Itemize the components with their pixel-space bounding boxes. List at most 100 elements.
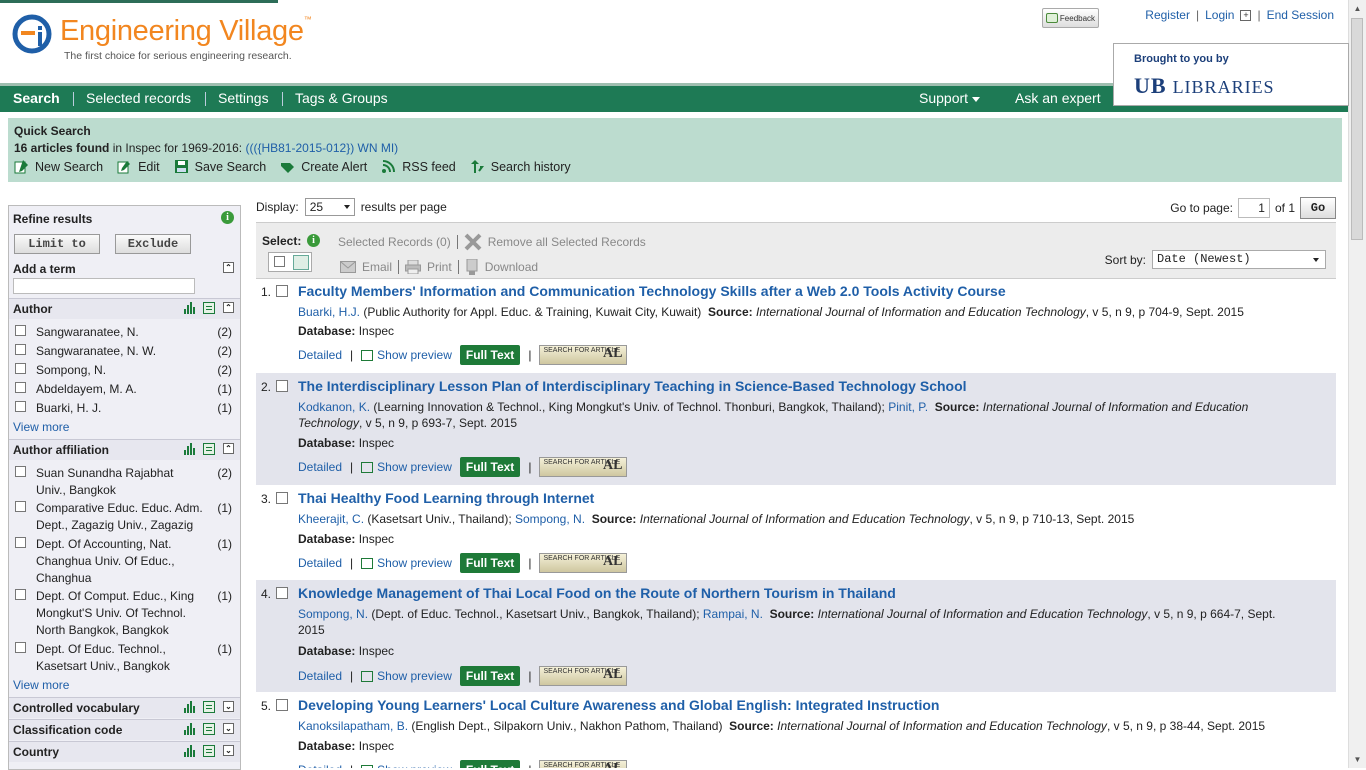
- controlled-vocabulary-facet[interactable]: Controlled vocabulary ⌄: [9, 697, 240, 718]
- search-for-article-button[interactable]: SEARCH FOR ARTICLEAL: [539, 345, 628, 365]
- facet-checkbox[interactable]: [15, 325, 26, 336]
- detailed-link[interactable]: Detailed: [298, 556, 342, 570]
- facet-checkbox[interactable]: [15, 401, 26, 412]
- show-preview-link[interactable]: Show preview: [361, 763, 452, 768]
- expand-icon[interactable]: ⌄: [223, 745, 234, 756]
- full-text-button[interactable]: Full Text: [459, 553, 521, 573]
- scroll-thumb[interactable]: [1351, 18, 1363, 240]
- facet-checkbox[interactable]: [15, 344, 26, 355]
- save-search-button[interactable]: Save Search: [174, 159, 266, 174]
- nav-selected-records[interactable]: Selected records: [86, 90, 191, 106]
- go-button[interactable]: Go: [1300, 197, 1336, 219]
- result-title-link[interactable]: Thai Healthy Food Learning through Inter…: [298, 490, 594, 506]
- facet-checkbox[interactable]: [15, 382, 26, 393]
- rss-feed-button[interactable]: RSS feed: [381, 159, 456, 174]
- author-view-more-link[interactable]: View more: [13, 420, 69, 434]
- collapse-icon[interactable]: ⌃: [223, 443, 234, 454]
- facet-checkbox[interactable]: [15, 537, 26, 548]
- author-link[interactable]: Kodkanon, K.: [298, 400, 370, 414]
- author-link[interactable]: Kanoksilapatham, B.: [298, 719, 408, 733]
- full-text-button[interactable]: Full Text: [459, 666, 521, 686]
- result-checkbox[interactable]: [276, 285, 288, 297]
- result-title-link[interactable]: Developing Young Learners' Local Culture…: [298, 697, 939, 713]
- detailed-link[interactable]: Detailed: [298, 669, 342, 683]
- table-export-icon[interactable]: [203, 723, 215, 735]
- nav-settings[interactable]: Settings: [218, 90, 269, 106]
- author-link[interactable]: Kheerajit, C.: [298, 512, 364, 526]
- bar-chart-icon[interactable]: [183, 302, 195, 314]
- info-icon[interactable]: i: [221, 211, 234, 224]
- email-button[interactable]: Email: [362, 260, 392, 274]
- search-for-article-button[interactable]: SEARCH FOR ARTICLEAL: [539, 760, 628, 768]
- author-link[interactable]: Pinit, P.: [888, 400, 928, 414]
- info-icon[interactable]: i: [307, 234, 320, 247]
- search-history-button[interactable]: Search history: [470, 159, 571, 174]
- full-text-button[interactable]: Full Text: [459, 457, 521, 477]
- detailed-link[interactable]: Detailed: [298, 460, 342, 474]
- facet-checkbox[interactable]: [15, 589, 26, 600]
- show-preview-link[interactable]: Show preview: [361, 460, 452, 474]
- result-checkbox[interactable]: [276, 492, 288, 504]
- author-link[interactable]: Rampai, N.: [703, 607, 763, 621]
- remove-x-icon[interactable]: [464, 233, 482, 251]
- scroll-down-icon[interactable]: ▼: [1349, 751, 1366, 768]
- select-all-control[interactable]: [268, 252, 312, 272]
- author-facet-header[interactable]: Author ⌃: [9, 298, 240, 319]
- logo-title[interactable]: Engineering Village™: [60, 15, 312, 48]
- remove-all-selected-button[interactable]: Remove all Selected Records: [488, 235, 646, 249]
- exclude-button[interactable]: Exclude: [115, 234, 191, 254]
- login-link[interactable]: Login: [1205, 8, 1234, 22]
- nav-search[interactable]: Search: [13, 90, 60, 106]
- expand-icon[interactable]: ⌄: [223, 723, 234, 734]
- edit-search-button[interactable]: Edit: [117, 159, 160, 174]
- facet-checkbox[interactable]: [15, 466, 26, 477]
- expand-icon[interactable]: ⌄: [223, 701, 234, 712]
- author-link[interactable]: Buarki, H.J.: [298, 305, 360, 319]
- table-export-icon[interactable]: [203, 745, 215, 757]
- show-preview-link[interactable]: Show preview: [361, 669, 452, 683]
- result-checkbox[interactable]: [276, 699, 288, 711]
- download-button[interactable]: Download: [485, 260, 538, 274]
- page-number-input[interactable]: 1: [1237, 198, 1270, 218]
- scroll-up-icon[interactable]: ▲: [1349, 0, 1366, 17]
- results-per-page-select[interactable]: 25: [304, 198, 355, 216]
- affiliation-view-more-link[interactable]: View more: [13, 678, 69, 692]
- engineering-village-logo-icon[interactable]: [12, 14, 52, 54]
- result-checkbox[interactable]: [276, 587, 288, 599]
- table-export-icon[interactable]: [203, 302, 215, 314]
- select-dropdown-icon[interactable]: [293, 255, 309, 270]
- bar-chart-icon[interactable]: [183, 723, 195, 735]
- full-text-button[interactable]: Full Text: [459, 760, 521, 768]
- bar-chart-icon[interactable]: [183, 443, 195, 455]
- search-for-article-button[interactable]: SEARCH FOR ARTICLEAL: [539, 553, 628, 573]
- detailed-link[interactable]: Detailed: [298, 763, 342, 768]
- page-scrollbar[interactable]: ▲ ▼: [1348, 0, 1366, 768]
- table-export-icon[interactable]: [203, 443, 215, 455]
- full-text-button[interactable]: Full Text: [459, 345, 521, 365]
- collapse-icon[interactable]: ⌃: [223, 302, 234, 313]
- affiliation-facet-header[interactable]: Author affiliation ⌃: [9, 439, 240, 460]
- nav-tags-groups[interactable]: Tags & Groups: [295, 90, 388, 106]
- facet-checkbox[interactable]: [15, 501, 26, 512]
- register-link[interactable]: Register: [1145, 8, 1190, 22]
- classification-code-facet[interactable]: Classification code ⌄: [9, 719, 240, 740]
- bar-chart-icon[interactable]: [183, 701, 195, 713]
- author-link[interactable]: Sompong, N.: [298, 607, 368, 621]
- create-alert-button[interactable]: Create Alert: [280, 159, 367, 174]
- search-for-article-button[interactable]: SEARCH FOR ARTICLEAL: [539, 457, 628, 477]
- show-preview-link[interactable]: Show preview: [361, 348, 452, 362]
- country-facet[interactable]: Country ⌄: [9, 741, 240, 762]
- collapse-icon[interactable]: ⌃: [223, 262, 234, 273]
- facet-checkbox[interactable]: [15, 642, 26, 653]
- show-preview-link[interactable]: Show preview: [361, 556, 452, 570]
- result-title-link[interactable]: Faculty Members' Information and Communi…: [298, 283, 1006, 299]
- add-term-input[interactable]: [13, 278, 195, 294]
- facet-checkbox[interactable]: [15, 363, 26, 374]
- result-checkbox[interactable]: [276, 380, 288, 392]
- login-expand-icon[interactable]: +: [1240, 9, 1252, 21]
- feedback-button[interactable]: Feedback: [1042, 8, 1099, 28]
- limit-to-button[interactable]: Limit to: [14, 234, 100, 254]
- detailed-link[interactable]: Detailed: [298, 348, 342, 362]
- select-all-checkbox[interactable]: [274, 256, 285, 267]
- bar-chart-icon[interactable]: [183, 745, 195, 757]
